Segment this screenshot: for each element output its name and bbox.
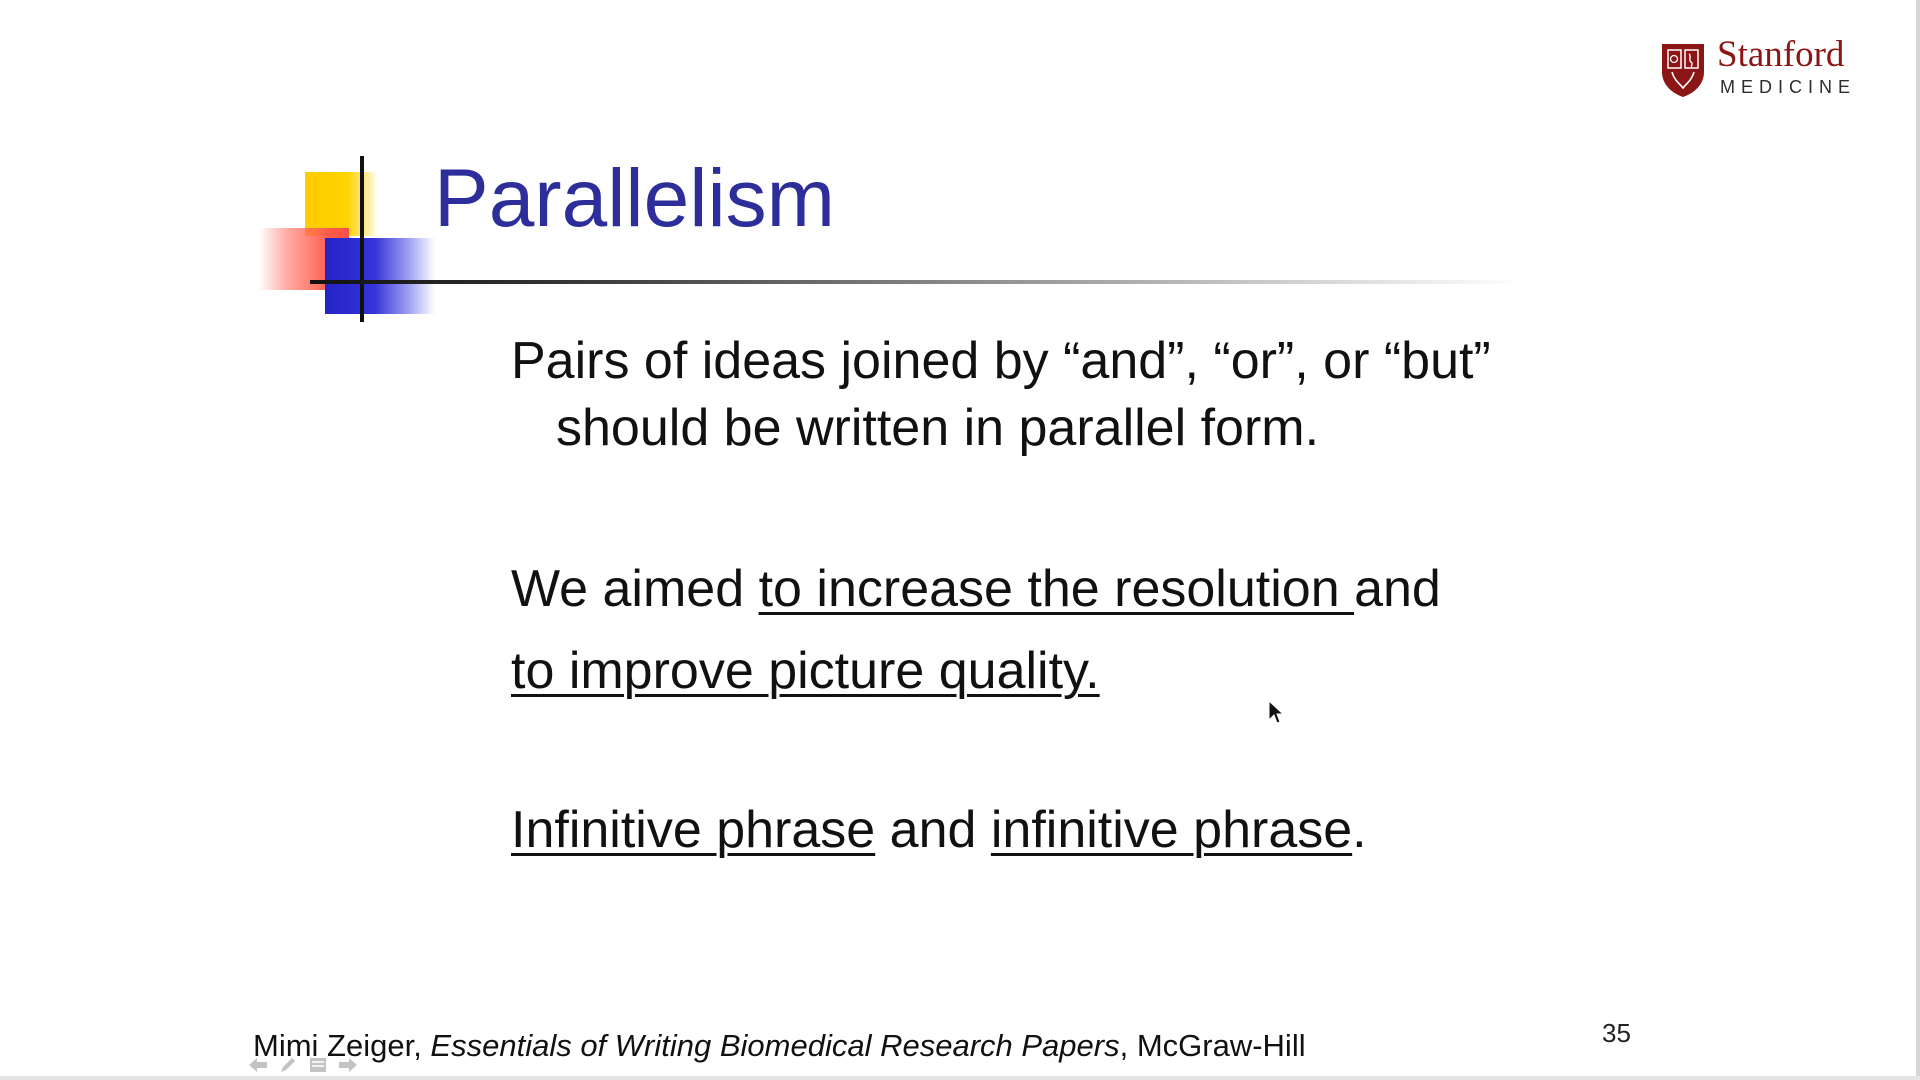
mouse-pointer-icon bbox=[1268, 700, 1284, 724]
stanford-medicine-logo: Stanford MEDICINE bbox=[1660, 34, 1870, 102]
example-conjunction: and bbox=[1354, 560, 1441, 618]
arrow-left-icon[interactable] bbox=[246, 1054, 270, 1076]
arrow-right-icon[interactable] bbox=[336, 1054, 360, 1076]
blue-square bbox=[325, 238, 435, 314]
stanford-shield-icon bbox=[1662, 44, 1704, 97]
presentation-slide: Stanford MEDICINE Parallelism Pairs of i… bbox=[0, 0, 1920, 1080]
slide-right-border bbox=[1916, 0, 1920, 1080]
logo-subtitle: MEDICINE bbox=[1720, 77, 1857, 97]
title-decoration bbox=[255, 150, 445, 330]
slide-bottom-border bbox=[0, 1076, 1920, 1080]
example-underlined-phrase-1: to increase the resolution bbox=[758, 560, 1355, 618]
menu-icon[interactable] bbox=[306, 1054, 330, 1076]
vertical-rule bbox=[360, 156, 364, 322]
citation-book: Essentials of Writing Biomedical Researc… bbox=[430, 1028, 1120, 1063]
slide-number: 35 bbox=[1602, 1018, 1631, 1048]
pattern-connector: and bbox=[875, 801, 991, 859]
slideshow-controls bbox=[246, 1054, 360, 1076]
rule-text-line-1: Pairs of ideas joined by “and”, “or”, or… bbox=[511, 332, 1491, 390]
pattern-period: . bbox=[1352, 801, 1367, 859]
example-underlined-phrase-2: to improve picture quality. bbox=[511, 642, 1100, 700]
slide-title: Parallelism bbox=[434, 153, 835, 244]
pattern-part-2: infinitive phrase bbox=[990, 801, 1353, 859]
example-sentence-line-1: We aimed to increase the resolution and bbox=[511, 563, 1441, 615]
logo-wordmark: Stanford bbox=[1717, 34, 1845, 75]
example-prefix: We aimed bbox=[511, 560, 759, 618]
pen-icon[interactable] bbox=[276, 1054, 300, 1076]
citation-publisher: , McGraw-Hill bbox=[1119, 1028, 1306, 1063]
citation: Mimi Zeiger, Essentials of Writing Biome… bbox=[253, 1030, 1306, 1061]
example-sentence-line-2: to improve picture quality. bbox=[511, 645, 1100, 697]
pattern-part-1: Infinitive phrase bbox=[511, 801, 876, 859]
yellow-square bbox=[305, 172, 375, 236]
title-underline-rule bbox=[310, 280, 1520, 284]
pattern-text: Infinitive phrase and infinitive phrase. bbox=[511, 804, 1367, 856]
rule-text-line-2: should be written in parallel form. bbox=[556, 399, 1320, 457]
